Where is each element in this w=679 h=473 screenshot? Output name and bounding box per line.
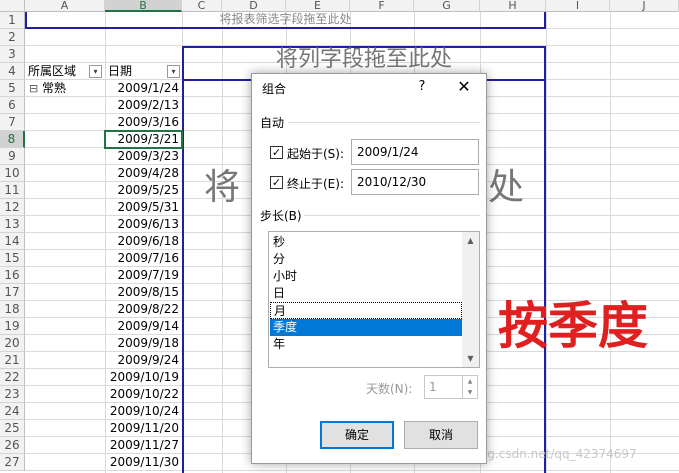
row-header-selected[interactable]: 8 [0, 131, 25, 148]
row-header[interactable]: 6 [0, 97, 25, 114]
row-header[interactable]: 9 [0, 148, 25, 165]
date-cell[interactable]: 2009/7/19 [105, 267, 182, 284]
row-header[interactable]: 11 [0, 182, 25, 199]
scroll-up-icon[interactable]: ▲ [462, 232, 479, 249]
date-cell[interactable]: 2009/6/18 [105, 233, 182, 250]
date-cell[interactable]: 2009/11/20 [105, 420, 182, 437]
spin-down-icon: ▼ [467, 389, 473, 396]
date-cell[interactable]: 2009/8/15 [105, 284, 182, 301]
date-cell[interactable]: 2009/11/30 [105, 454, 182, 471]
row-header[interactable]: 24 [0, 403, 25, 420]
row-header[interactable]: 23 [0, 386, 25, 403]
row-header[interactable]: 20 [0, 335, 25, 352]
row-header[interactable]: 13 [0, 216, 25, 233]
step-option-days[interactable]: 日 [270, 285, 462, 302]
start-input[interactable]: 2009/1/24 [351, 139, 479, 165]
start-checkbox[interactable]: ✓ [270, 146, 283, 159]
column-header-c[interactable]: C [182, 0, 222, 12]
date-cell[interactable]: 2009/4/28 [105, 165, 182, 182]
scroll-down-icon[interactable]: ▼ [462, 350, 479, 367]
step-listbox[interactable]: 秒 分 小时 日 月 季度 年 ▲ ▼ [268, 231, 480, 368]
step-option-seconds[interactable]: 秒 [270, 234, 462, 251]
grouping-dialog: 组合 ? ✕ 自动 ✓ 起始于(S): 2009/1/24 ✓ 终止于(E): … [251, 73, 487, 464]
row-header[interactable]: 2 [0, 29, 25, 46]
date-cell[interactable]: 2009/2/13 [105, 97, 182, 114]
end-checkbox[interactable]: ✓ [270, 176, 283, 189]
row-header[interactable]: 7 [0, 114, 25, 131]
row-header[interactable]: 4 [0, 63, 25, 80]
row-header[interactable]: 17 [0, 284, 25, 301]
date-cell[interactable]: 2009/9/18 [105, 335, 182, 352]
row-header[interactable]: 18 [0, 301, 25, 318]
date-filter-dropdown-icon[interactable]: ▾ [167, 65, 180, 78]
column-header-j[interactable]: J [610, 0, 679, 12]
cancel-button[interactable]: 取消 [404, 421, 478, 449]
column-fields-drop-zone[interactable]: 将列字段拖至此处 [182, 46, 546, 74]
days-label: 天数(N): [366, 382, 413, 396]
days-value: 1 [429, 380, 437, 394]
column-header-b[interactable]: B [105, 0, 182, 12]
days-spinner: 1 ▲ ▼ [424, 375, 478, 399]
step-group-label: 步长(B) [260, 209, 302, 223]
help-icon[interactable]: ? [410, 76, 434, 98]
row-header[interactable]: 22 [0, 369, 25, 386]
row-header[interactable]: 1 [0, 12, 25, 29]
region-filter-dropdown-icon[interactable]: ▾ [89, 65, 102, 78]
date-cell[interactable]: 2009/7/16 [105, 250, 182, 267]
date-cell[interactable]: 2009/5/25 [105, 182, 182, 199]
date-cell[interactable]: 2009/11/27 [105, 437, 182, 454]
report-filter-drop-zone[interactable]: 将报表筛选字段拖至此处 [25, 12, 546, 29]
row-header[interactable]: 5 [0, 80, 25, 97]
row-header[interactable]: 12 [0, 199, 25, 216]
date-cell[interactable]: 2009/9/24 [105, 352, 182, 369]
step-option-minutes[interactable]: 分 [270, 251, 462, 268]
date-cell[interactable]: 2009/5/31 [105, 199, 182, 216]
column-header-g[interactable]: G [414, 0, 480, 12]
row-header[interactable]: 16 [0, 267, 25, 284]
row-header[interactable]: 25 [0, 420, 25, 437]
column-header-i[interactable]: I [546, 0, 610, 12]
column-header-h[interactable]: H [480, 0, 546, 12]
end-label: 终止于(E): [287, 177, 344, 191]
spin-up-icon: ▲ [467, 378, 473, 385]
start-label: 起始于(S): [287, 147, 345, 161]
step-option-months[interactable]: 月 [270, 302, 462, 319]
annotation-text: 按季度 [498, 297, 648, 355]
date-cell[interactable]: 2009/3/23 [105, 148, 182, 165]
select-all-corner[interactable] [0, 0, 25, 12]
listbox-scrollbar[interactable]: ▲ ▼ [462, 232, 479, 367]
row-header[interactable]: 15 [0, 250, 25, 267]
step-option-quarters[interactable]: 季度 [270, 319, 462, 336]
date-cell[interactable]: 2009/9/14 [105, 318, 182, 335]
date-cell[interactable]: 2009/10/22 [105, 386, 182, 403]
date-cell[interactable]: 2009/3/16 [105, 114, 182, 131]
row-header[interactable]: 21 [0, 352, 25, 369]
region-label: 常熟 [42, 81, 67, 95]
date-cell[interactable]: 2009/1/24 [105, 80, 182, 97]
row-header[interactable]: 27 [0, 454, 25, 471]
active-cell-border [104, 130, 183, 149]
date-cell[interactable]: 2009/6/13 [105, 216, 182, 233]
end-input[interactable]: 2010/12/30 [351, 169, 479, 195]
row-header[interactable]: 19 [0, 318, 25, 335]
date-cell[interactable]: 2009/10/19 [105, 369, 182, 386]
ok-button[interactable]: 确定 [320, 421, 394, 449]
step-option-hours[interactable]: 小时 [270, 268, 462, 285]
row-header[interactable]: 10 [0, 165, 25, 182]
date-cell[interactable]: 2009/8/22 [105, 301, 182, 318]
collapse-icon[interactable]: ⊟ [29, 80, 43, 97]
column-header-f[interactable]: F [350, 0, 414, 12]
column-header-a[interactable]: A [25, 0, 105, 12]
row-header[interactable]: 26 [0, 437, 25, 454]
row-header[interactable]: 3 [0, 46, 25, 63]
step-option-years[interactable]: 年 [270, 336, 462, 353]
close-icon[interactable]: ✕ [452, 76, 476, 98]
column-header-e[interactable]: E [286, 0, 350, 12]
row-header[interactable]: 14 [0, 233, 25, 250]
date-cell[interactable]: 2009/10/24 [105, 403, 182, 420]
dialog-title: 组合 [262, 82, 287, 96]
auto-group-label: 自动 [260, 116, 285, 130]
column-header-d[interactable]: D [222, 0, 286, 12]
